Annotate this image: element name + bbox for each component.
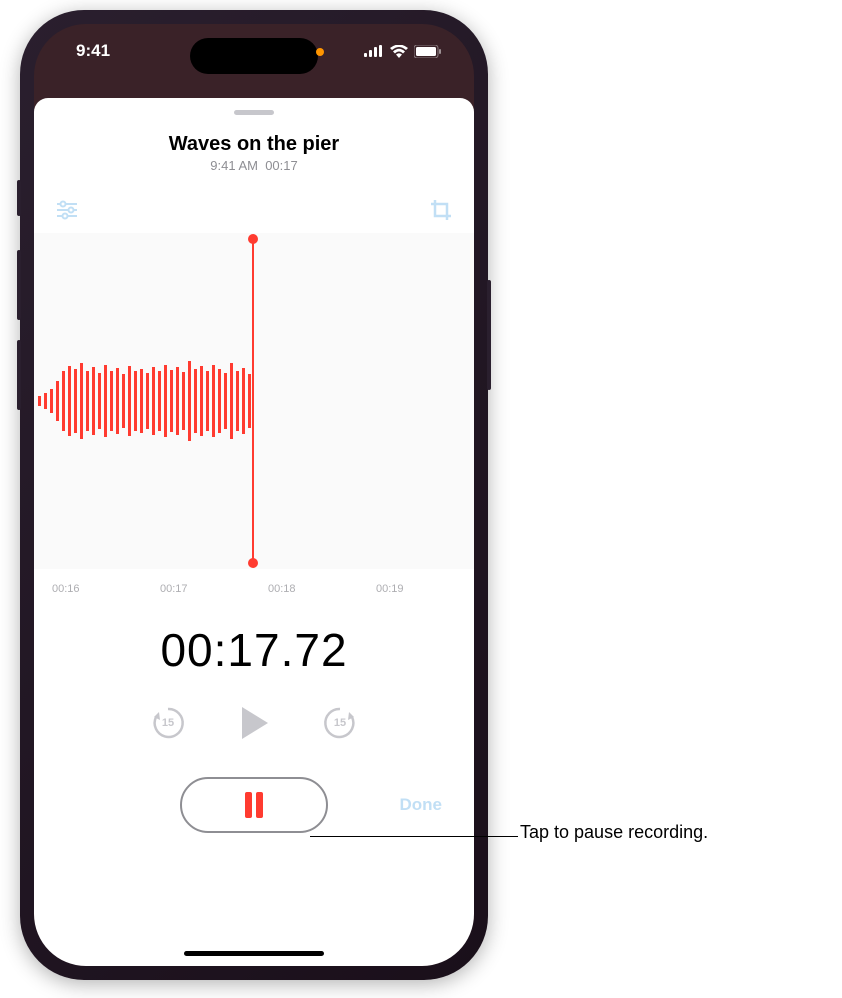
- annotation-pause: Tap to pause recording.: [520, 822, 708, 843]
- sliders-icon: [55, 200, 79, 220]
- phone-screen: 9:41 Waves on the pier 9:41 AM 00:17: [34, 24, 474, 966]
- waveform-icon: [34, 341, 252, 461]
- elapsed-timer: 00:17.72: [34, 623, 474, 677]
- done-button[interactable]: Done: [400, 795, 443, 815]
- pause-icon: [243, 792, 265, 818]
- recording-duration: 00:17: [265, 158, 298, 173]
- status-icons: [364, 45, 442, 58]
- waveform-area[interactable]: [34, 233, 474, 569]
- bottom-row: Done: [34, 777, 474, 833]
- recording-time: 9:41 AM: [210, 158, 258, 173]
- volume-down-button[interactable]: [17, 340, 21, 410]
- recording-title[interactable]: Waves on the pier: [34, 133, 474, 156]
- home-indicator[interactable]: [184, 951, 324, 956]
- trim-button[interactable]: [426, 195, 456, 225]
- status-bar: 9:41: [34, 24, 474, 78]
- options-button[interactable]: [52, 195, 82, 225]
- sheet-grabber[interactable]: [234, 110, 274, 115]
- play-button[interactable]: [232, 701, 276, 745]
- annotation-line: [310, 836, 518, 837]
- status-time: 9:41: [76, 41, 110, 61]
- skip-forward-button[interactable]: 15: [320, 703, 360, 743]
- timeline: 00:16 00:17 00:18 00:19: [34, 573, 474, 595]
- pause-button[interactable]: [180, 777, 328, 833]
- battery-icon: [414, 45, 442, 58]
- wifi-icon: [390, 45, 408, 58]
- timeline-tick: 00:16: [52, 583, 132, 595]
- playhead[interactable]: [252, 239, 254, 563]
- timeline-tick: 00:17: [160, 583, 240, 595]
- signal-icon: [364, 45, 384, 57]
- silent-switch[interactable]: [17, 180, 21, 216]
- power-button[interactable]: [487, 280, 491, 390]
- recording-subtitle: 9:41 AM 00:17: [34, 158, 474, 173]
- timeline-tick: 00:19: [376, 583, 456, 595]
- skip-forward-label: 15: [334, 717, 346, 729]
- tool-row: [34, 195, 474, 225]
- volume-up-button[interactable]: [17, 250, 21, 320]
- play-icon: [238, 705, 270, 741]
- skip-back-label: 15: [162, 717, 174, 729]
- dynamic-island: [190, 38, 318, 74]
- timeline-tick: 00:18: [268, 583, 348, 595]
- mic-active-dot-icon: [316, 48, 324, 56]
- title-section: Waves on the pier 9:41 AM 00:17: [34, 133, 474, 173]
- skip-back-button[interactable]: 15: [148, 703, 188, 743]
- crop-icon: [429, 198, 453, 222]
- playback-controls: 15 15: [34, 701, 474, 745]
- phone-frame: 9:41 Waves on the pier 9:41 AM 00:17: [20, 10, 488, 980]
